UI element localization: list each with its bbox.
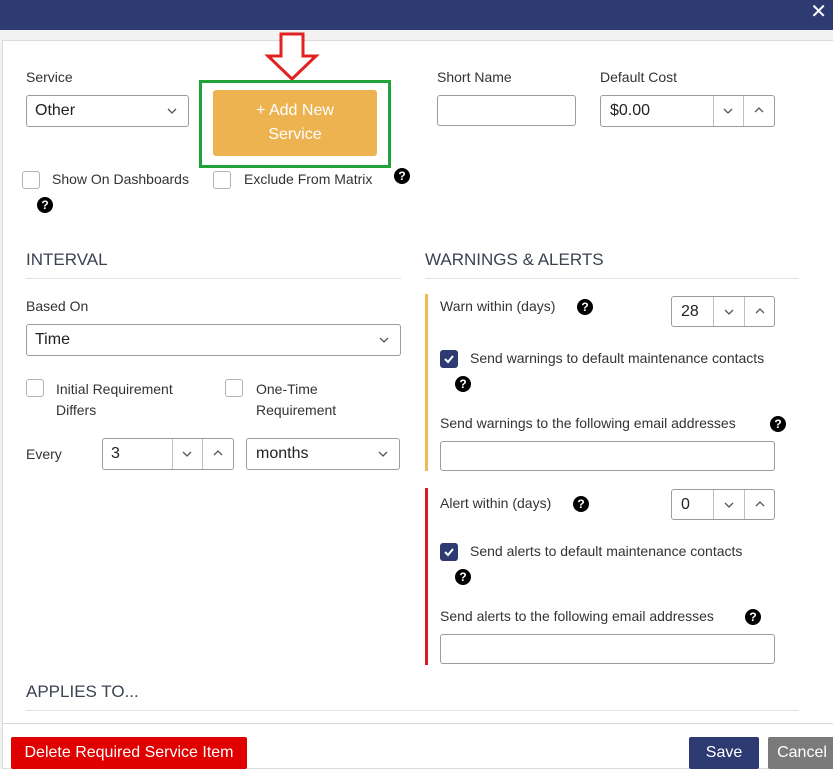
alert-within-label: Alert within (days) xyxy=(440,495,552,511)
exclude-from-matrix-checkbox[interactable] xyxy=(213,171,231,189)
chevron-up-icon[interactable] xyxy=(213,448,223,458)
send-warnings-default-checkbox[interactable] xyxy=(440,350,458,368)
chevron-up-icon[interactable] xyxy=(755,306,765,316)
footer-divider xyxy=(2,723,833,724)
help-icon[interactable]: ? xyxy=(455,569,471,585)
alert-within-stepper[interactable]: 0 xyxy=(671,489,775,520)
warn-within-stepper[interactable]: 28 xyxy=(671,296,775,327)
warnings-divider xyxy=(425,278,799,279)
interval-unit-value: months xyxy=(256,445,309,462)
default-cost-label: Default Cost xyxy=(600,69,678,85)
chevron-up-icon[interactable] xyxy=(754,105,764,115)
chevron-down-icon xyxy=(379,337,389,343)
alert-within-value: 0 xyxy=(681,496,690,513)
short-name-input[interactable] xyxy=(437,95,576,126)
chevron-down-icon[interactable] xyxy=(724,500,734,510)
stepper-divider xyxy=(713,297,714,326)
stepper-divider xyxy=(172,439,173,469)
every-stepper[interactable]: 3 xyxy=(102,438,234,470)
dialog-titlebar xyxy=(0,0,833,30)
alert-accent-bar xyxy=(425,488,428,665)
chevron-down-icon xyxy=(167,108,177,114)
help-icon[interactable]: ? xyxy=(37,197,53,213)
interval-unit-select[interactable]: months xyxy=(246,438,400,470)
help-icon[interactable]: ? xyxy=(745,609,761,625)
chevron-down-icon[interactable] xyxy=(723,106,733,116)
send-alerts-default-label: Send alerts to default maintenance conta… xyxy=(470,543,743,559)
warnings-alerts-heading: WARNINGS & ALERTS xyxy=(425,250,604,269)
based-on-label: Based On xyxy=(26,298,89,314)
stepper-divider xyxy=(744,297,745,326)
add-new-service-button[interactable]: + Add New Service xyxy=(213,90,377,156)
default-cost-stepper[interactable]: $0.00 xyxy=(600,95,775,127)
chevron-down-icon xyxy=(378,451,388,457)
close-icon[interactable]: ✕ xyxy=(810,2,827,22)
warning-emails-input[interactable] xyxy=(440,441,775,471)
stepper-divider xyxy=(713,96,714,126)
chevron-up-icon[interactable] xyxy=(755,499,765,509)
default-cost-value: $0.00 xyxy=(610,102,651,119)
help-icon[interactable]: ? xyxy=(455,376,471,392)
help-icon[interactable]: ? xyxy=(770,416,786,432)
stepper-divider xyxy=(744,490,745,519)
based-on-select[interactable]: Time xyxy=(26,324,401,356)
save-button[interactable]: Save xyxy=(689,737,759,769)
every-label: Every xyxy=(26,446,62,462)
interval-heading: INTERVAL xyxy=(26,250,108,269)
send-alerts-emails-label: Send alerts to the following email addre… xyxy=(440,608,714,624)
chevron-down-icon[interactable] xyxy=(182,449,192,459)
delete-service-item-button[interactable]: Delete Required Service Item xyxy=(11,737,247,769)
down-arrow-icon xyxy=(264,32,320,82)
warn-within-value: 28 xyxy=(681,303,699,320)
applies-to-divider xyxy=(26,710,799,711)
short-name-label: Short Name xyxy=(437,69,512,85)
stepper-divider xyxy=(743,96,744,126)
initial-requirement-label: Initial Requirement Differs xyxy=(56,381,173,418)
check-icon xyxy=(444,355,454,364)
warn-within-label: Warn within (days) xyxy=(440,298,556,314)
every-value: 3 xyxy=(111,445,120,462)
check-icon xyxy=(444,548,454,557)
one-time-requirement-checkbox[interactable] xyxy=(225,379,243,397)
based-on-value: Time xyxy=(35,331,70,348)
service-label: Service xyxy=(26,69,73,85)
stepper-divider xyxy=(202,439,203,469)
alert-emails-input[interactable] xyxy=(440,634,775,664)
interval-divider xyxy=(26,278,401,279)
initial-requirement-checkbox[interactable] xyxy=(26,379,44,397)
warn-accent-bar xyxy=(425,294,428,471)
exclude-from-matrix-label: Exclude From Matrix xyxy=(244,171,373,187)
applies-to-heading: APPLIES TO... xyxy=(26,682,139,701)
show-on-dashboards-label: Show On Dashboards xyxy=(52,171,189,187)
stepper-divider xyxy=(713,490,714,519)
help-icon[interactable]: ? xyxy=(573,496,589,512)
send-warnings-emails-label: Send warnings to the following email add… xyxy=(440,415,736,431)
chevron-down-icon[interactable] xyxy=(724,307,734,317)
send-alerts-default-checkbox[interactable] xyxy=(440,543,458,561)
send-warnings-default-label: Send warnings to default maintenance con… xyxy=(470,350,765,366)
service-select[interactable]: Other xyxy=(26,95,189,127)
one-time-requirement-label: One-Time Requirement xyxy=(256,381,337,418)
service-select-value: Other xyxy=(35,102,76,119)
show-on-dashboards-checkbox[interactable] xyxy=(22,171,40,189)
cancel-button[interactable]: Cancel xyxy=(768,737,833,769)
help-icon[interactable]: ? xyxy=(394,168,410,184)
help-icon[interactable]: ? xyxy=(577,299,593,315)
